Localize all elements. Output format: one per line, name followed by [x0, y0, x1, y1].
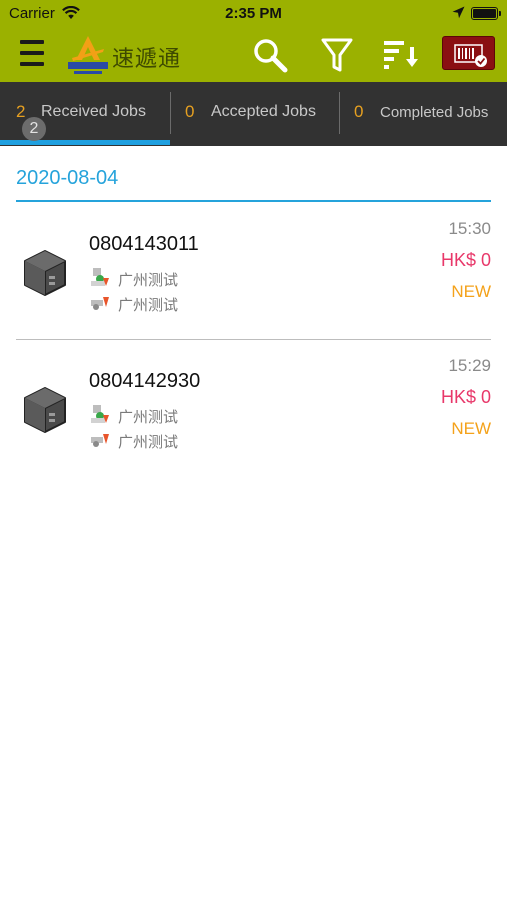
tab-label: Completed Jobs — [380, 104, 489, 121]
date-divider — [16, 200, 491, 202]
job-status: NEW — [451, 282, 491, 301]
nav-bar: 速遞通 — [0, 28, 507, 82]
clock: 2:35 PM — [225, 5, 282, 22]
job-list-item[interactable]: 0804142930 广州测试 广州测试 15:29 HK$ 0 NEW — [0, 340, 507, 476]
autotoll-logo — [68, 36, 108, 74]
job-price: HK$ 0 — [440, 387, 491, 407]
job-status: NEW — [451, 419, 491, 438]
pickup-location: 广州测试 — [118, 272, 179, 289]
job-time: 15:30 — [448, 219, 491, 238]
package-icon — [24, 387, 66, 433]
dropoff-pin-icon — [91, 434, 109, 447]
pickup-pin-icon — [91, 268, 109, 286]
job-number: 0804142930 — [89, 370, 201, 392]
filter-icon[interactable] — [319, 37, 355, 73]
dropoff-pin-icon — [91, 297, 109, 310]
dropoff-location: 广州测试 — [118, 297, 179, 314]
app-name: 速遞通 — [112, 46, 182, 71]
battery-icon — [471, 7, 501, 20]
search-icon[interactable] — [252, 37, 288, 73]
job-time: 15:29 — [448, 356, 491, 375]
tab-selected-indicator — [0, 140, 170, 145]
pickup-location: 广州测试 — [118, 409, 179, 426]
tab-count: 0 — [185, 102, 195, 121]
notification-badge: 2 — [22, 117, 46, 141]
tab-completed-jobs[interactable]: 0 Completed Jobs — [340, 82, 507, 146]
tab-count: 0 — [354, 102, 364, 121]
job-number: 0804143011 — [89, 233, 199, 255]
dropoff-location: 广州测试 — [118, 434, 179, 451]
location-arrow-icon — [452, 6, 465, 19]
status-bar: Carrier 2:35 PM — [0, 0, 507, 28]
package-icon — [24, 250, 66, 296]
menu-icon[interactable] — [20, 38, 44, 70]
barcode-scan-button[interactable] — [442, 36, 495, 70]
sort-icon[interactable] — [382, 37, 418, 73]
job-tabs: 2 Received Jobs 0 Accepted Jobs 0 Comple… — [0, 82, 507, 146]
date-header: 2020-08-04 — [16, 167, 119, 189]
pickup-pin-icon — [91, 405, 109, 423]
tab-label: Accepted Jobs — [211, 103, 316, 120]
tab-label: Received Jobs — [41, 103, 146, 120]
job-price: HK$ 0 — [440, 250, 491, 270]
barcode-scan-icon — [454, 44, 487, 67]
job-list-item[interactable]: 0804143011 广州测试 广州测试 15:30 HK$ 0 NEW — [0, 203, 507, 339]
tab-accepted-jobs[interactable]: 0 Accepted Jobs — [171, 82, 339, 146]
tab-count: 2 — [16, 102, 26, 121]
